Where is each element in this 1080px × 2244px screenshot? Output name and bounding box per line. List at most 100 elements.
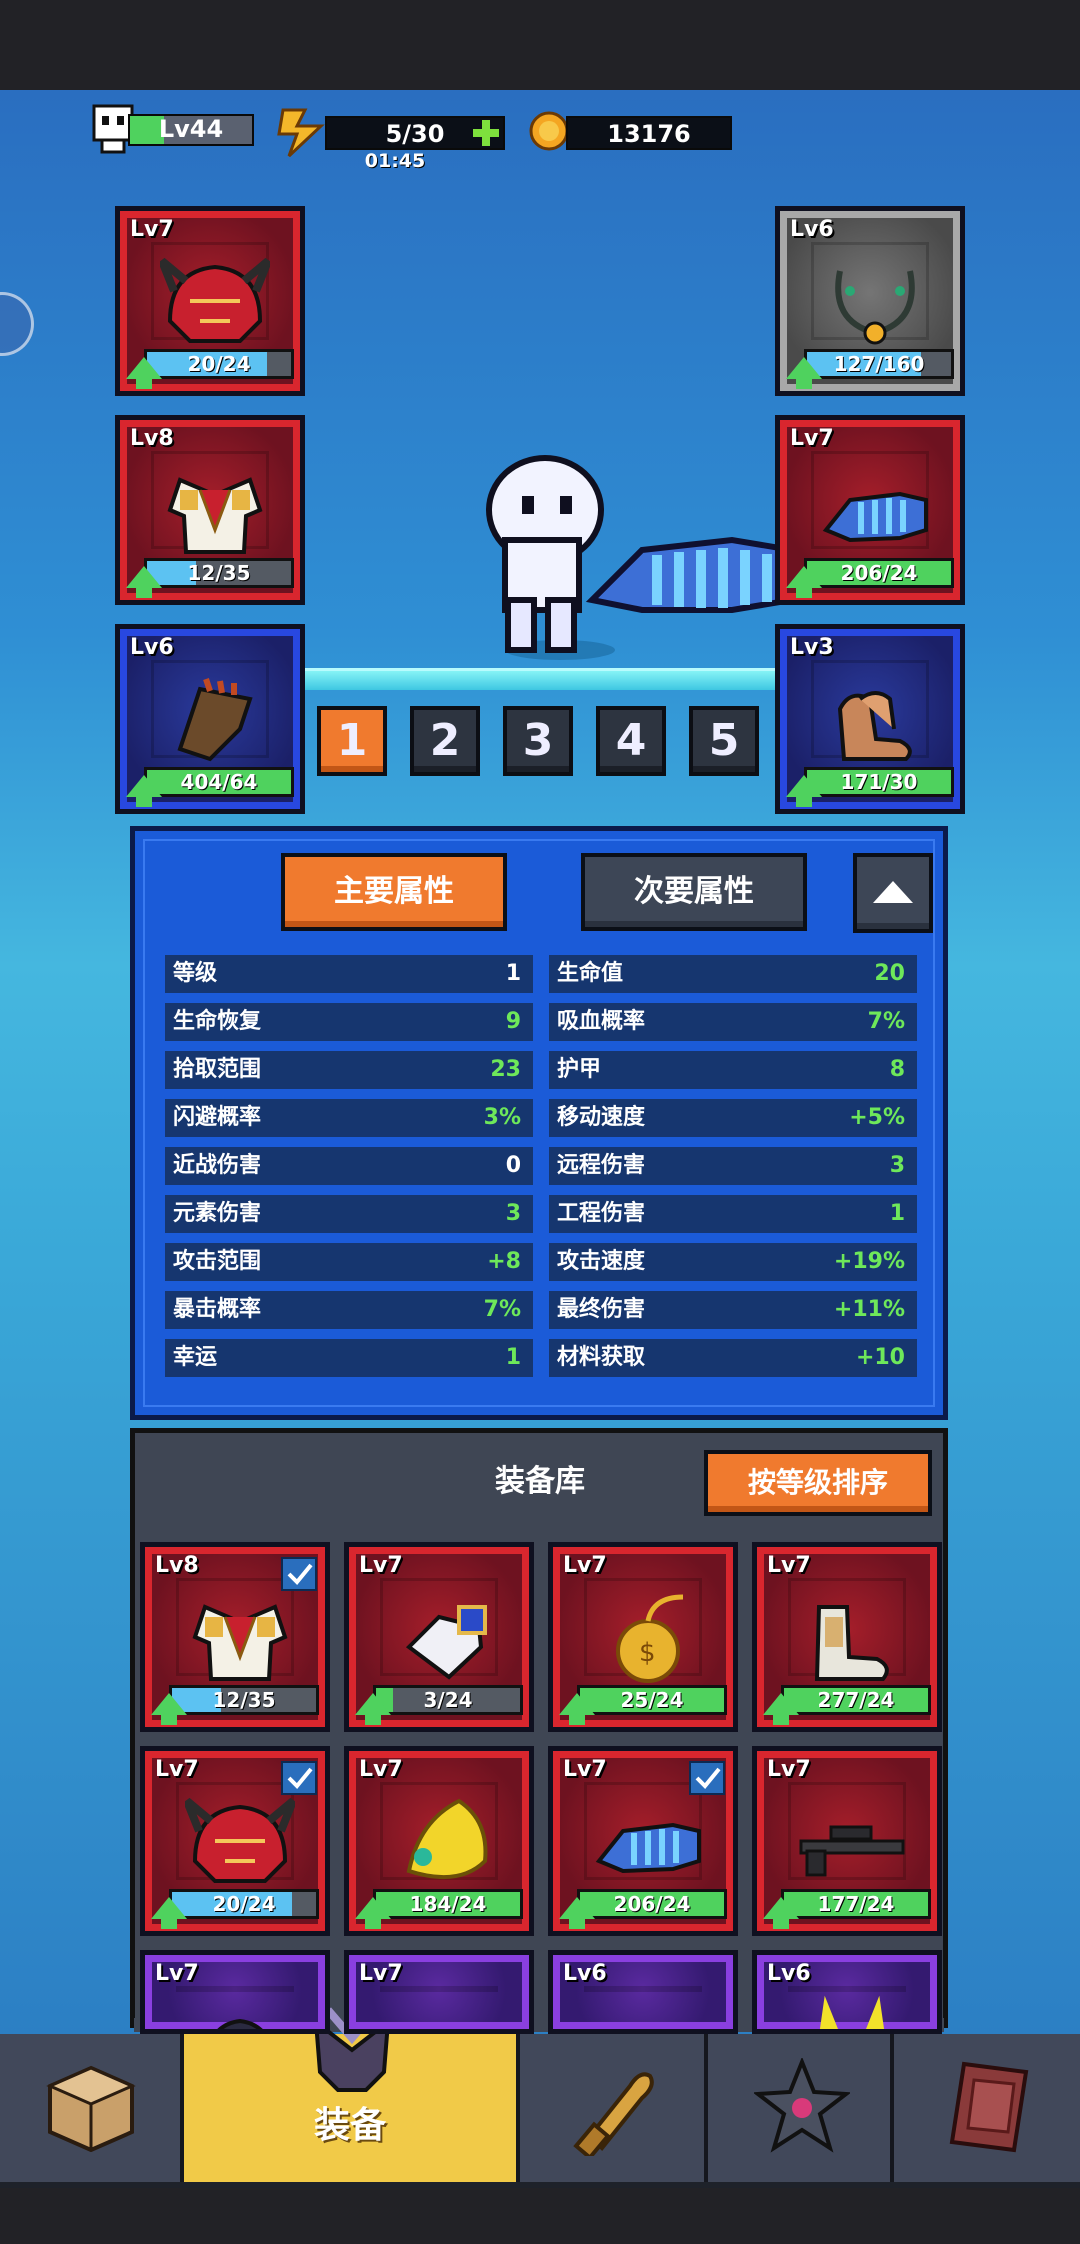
equipped-slot-left-2[interactable]: Lv8 12/35 (115, 415, 305, 605)
upgrade-progress-bar: 20/24 (144, 349, 294, 379)
item-level: Lv7 (155, 1961, 199, 1986)
collapse-button[interactable] (853, 853, 933, 933)
equipped-slot-left-3[interactable]: Lv6 404/64 (115, 624, 305, 814)
player-level-hud[interactable]: Lv44 (90, 104, 255, 160)
stat-value: 7% (867, 1009, 905, 1034)
stat-label: 闪避概率 (173, 1105, 262, 1130)
inventory-item[interactable]: Lv8 12/35 (140, 1542, 330, 1732)
item-level: Lv7 (155, 1757, 199, 1782)
inventory-item[interactable]: Lv7 3/24 (344, 1542, 534, 1732)
stat-label: 拾取范围 (173, 1057, 262, 1082)
stat-value: +8 (487, 1249, 521, 1274)
stat-label: 生命值 (557, 961, 624, 986)
inventory-item[interactable]: Lv7 177/24 (752, 1746, 942, 1936)
bullet-icon (573, 2072, 654, 2156)
necklace-icon (835, 270, 915, 345)
boots-icon (837, 691, 912, 761)
energy-hud[interactable]: 5/30 01:45 (275, 104, 507, 174)
coin-icon (529, 111, 569, 151)
tab-primary-stats[interactable]: 主要属性 (281, 853, 507, 931)
loadout-page-1-button[interactable]: 1 (317, 706, 387, 776)
spellbook-icon (949, 2061, 1029, 2153)
inventory-item[interactable]: $ Lv7 25/24 (548, 1542, 738, 1732)
upgrade-progress-text: 25/24 (620, 1688, 684, 1712)
coin-count: 13176 (607, 120, 691, 148)
stat-label: 攻击范围 (173, 1249, 262, 1274)
tab-secondary-stats[interactable]: 次要属性 (581, 853, 807, 931)
inventory-item[interactable]: Lv6 (548, 1950, 738, 2034)
loadout-page-2-button[interactable]: 2 (410, 706, 480, 776)
svg-text:$: $ (639, 1638, 656, 1668)
upgrade-progress-bar: 171/30 (804, 767, 954, 797)
loadout-page-5-button[interactable]: 5 (689, 706, 759, 776)
stat-row: 最终伤害 +11% (549, 1291, 917, 1329)
stat-row: 工程伤害 1 (549, 1195, 917, 1233)
nav-item-talents[interactable] (708, 2034, 894, 2182)
golden-claw-icon (406, 1798, 488, 1880)
equipped-slot-left-1[interactable]: Lv7 20/24 (115, 206, 305, 396)
golden-horns-icon (819, 1995, 885, 2029)
equipped-slot-right-2[interactable]: Lv7 206/24 (775, 415, 965, 605)
item-level: Lv6 (790, 217, 834, 242)
stat-row: 近战伤害 0 (165, 1147, 533, 1185)
stat-value: 3 (505, 1201, 521, 1226)
armor-icon (167, 477, 263, 554)
inventory-item[interactable]: Lv6 (752, 1950, 942, 2034)
upgrade-arrow-icon (786, 357, 822, 389)
nav-item-ammo[interactable] (520, 2034, 708, 2182)
stat-value: 23 (490, 1057, 521, 1082)
inventory-item[interactable]: Lv7 (344, 1950, 534, 2034)
equipped-slot-right-1[interactable]: Lv6 127/160 (775, 206, 965, 396)
inventory-item[interactable]: Lv7 277/24 (752, 1542, 942, 1732)
item-level: Lv8 (155, 1553, 199, 1578)
stat-value: 0 (505, 1153, 521, 1178)
upgrade-progress-bar: 277/24 (781, 1685, 931, 1715)
loadout-page-4-button[interactable]: 4 (596, 706, 666, 776)
item-level: Lv7 (130, 217, 174, 242)
sort-by-level-button[interactable]: 按等级排序 (704, 1450, 932, 1516)
stat-label: 护甲 (557, 1057, 602, 1082)
upgrade-progress-text: 12/35 (212, 1688, 276, 1712)
upgrade-arrow-icon (786, 566, 822, 598)
upgrade-progress-text: 3/24 (423, 1688, 473, 1712)
chevron-up-icon (873, 881, 913, 903)
upgrade-progress-text: 206/24 (840, 561, 918, 585)
item-level: Lv6 (563, 1961, 607, 1986)
equipped-checkmark-icon (281, 1761, 317, 1795)
inventory-item[interactable]: Lv7 (140, 1950, 330, 2034)
upgrade-progress-text: 184/24 (409, 1892, 487, 1916)
coins-hud[interactable]: 13176 (528, 110, 733, 156)
blue-cannon-icon (595, 1822, 701, 1874)
equipped-checkmark-icon (689, 1761, 725, 1795)
equipped-slot-right-3[interactable]: Lv3 171/30 (775, 624, 965, 814)
upgrade-progress-text: 404/64 (180, 770, 258, 794)
stat-value: 1 (505, 961, 521, 986)
upgrade-progress-text: 127/160 (833, 352, 925, 376)
upgrade-progress-text: 171/30 (840, 770, 918, 794)
stat-label: 移动速度 (557, 1105, 646, 1130)
item-level: Lv7 (359, 1961, 403, 1986)
box-icon (46, 2065, 136, 2152)
item-icon (389, 1995, 499, 2034)
lightning-icon (277, 108, 325, 158)
upgrade-arrow-icon (126, 775, 162, 807)
gauntlet-icon (177, 678, 253, 762)
loadout-page-3-button[interactable]: 3 (503, 706, 573, 776)
nav-item-codex[interactable] (894, 2034, 1080, 2182)
stat-row: 等级 1 (165, 955, 533, 993)
upgrade-progress-bar: 206/24 (577, 1889, 727, 1919)
stat-label: 生命恢复 (173, 1009, 262, 1034)
add-energy-button[interactable] (471, 118, 501, 148)
inventory-item[interactable]: Lv7 20/24 (140, 1746, 330, 1936)
stat-value: 1 (889, 1201, 905, 1226)
upgrade-progress-bar: 184/24 (373, 1889, 523, 1919)
nav-item-shop[interactable] (0, 2034, 184, 2182)
upgrade-arrow-icon (786, 775, 822, 807)
stat-value: 8 (889, 1057, 905, 1082)
inventory-item[interactable]: Lv7 184/24 (344, 1746, 534, 1936)
stat-value: +19% (833, 1249, 905, 1274)
item-level: Lv7 (359, 1757, 403, 1782)
item-level: Lv7 (767, 1757, 811, 1782)
inventory-item[interactable]: Lv7 206/24 (548, 1746, 738, 1936)
upgrade-progress-bar: 25/24 (577, 1685, 727, 1715)
